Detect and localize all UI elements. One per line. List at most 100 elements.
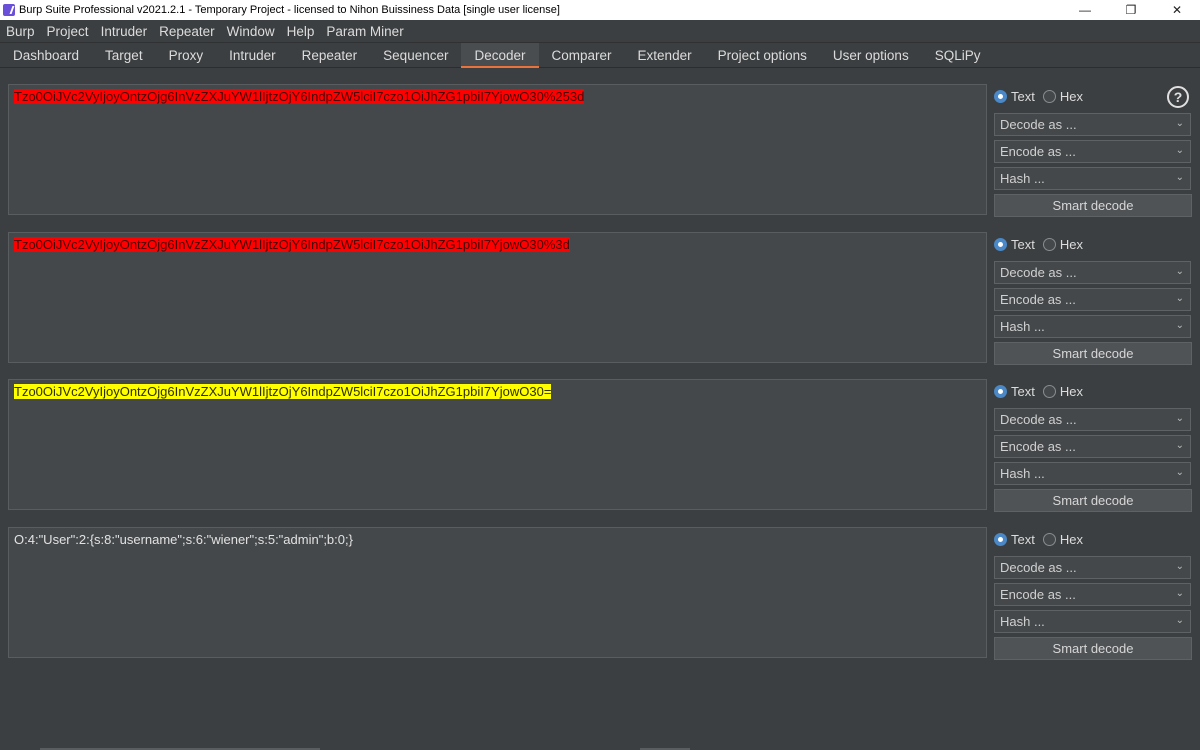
decode-as-select[interactable]: Decode as ... ⌄ [994,408,1191,431]
chevron-down-icon: ⌄ [1175,440,1184,451]
encode-as-label: Encode as ... [1000,587,1076,602]
decoder-text: Tzo0OiJVc2VyIjoyOntzOjg6InVzZXJuYW1lIjtz… [14,237,570,252]
chevron-down-icon: ⌄ [1175,266,1184,277]
tab-intruder[interactable]: Intruder [216,43,289,67]
hex-radio[interactable] [1042,90,1056,103]
decoder-controls: Text Hex Decode as ... ⌄ Encode as ... ⌄ H… [994,527,1192,660]
hash-label: Hash ... [1000,171,1045,186]
hex-radio[interactable] [1042,385,1056,398]
decode-as-label: Decode as ... [1000,117,1077,132]
decoder-text-area[interactable]: Tzo0OiJVc2VyIjoyOntzOjg6InVzZXJuYW1lIjtz… [8,84,987,215]
chevron-down-icon: ⌄ [1175,413,1184,424]
decoder-text: Tzo0OiJVc2VyIjoyOntzOjg6InVzZXJuYW1lIjtz… [14,384,552,399]
menu-intruder[interactable]: Intruder [95,24,154,39]
window-controls: — ❐ ✕ [1062,0,1200,20]
title-bar: Burp Suite Professional v2021.2.1 - Temp… [0,0,1200,20]
chevron-down-icon: ⌄ [1175,467,1184,478]
tab-target[interactable]: Target [92,43,156,67]
hash-label: Hash ... [1000,319,1045,334]
tab-proxy[interactable]: Proxy [156,43,217,67]
hash-select[interactable]: Hash ... ⌄ [994,462,1191,485]
chevron-down-icon: ⌄ [1175,293,1184,304]
decoder-controls: Text Hex Decode as ... ⌄ Encode as ... ⌄ H… [994,379,1192,512]
decoder-text-area[interactable]: O:4:"User":2:{s:8:"username";s:6:"wiener… [8,527,987,658]
menu-help[interactable]: Help [281,24,321,39]
hash-label: Hash ... [1000,614,1045,629]
tab-user-options[interactable]: User options [820,43,922,67]
menu-project[interactable]: Project [41,24,95,39]
decoder-pane: Tzo0OiJVc2VyIjoyOntzOjg6InVzZXJuYW1lIjtz… [0,379,1200,512]
decode-as-select[interactable]: Decode as ... ⌄ [994,261,1191,284]
burp-logo-icon [3,4,15,16]
chevron-down-icon: ⌄ [1175,588,1184,599]
text-radio[interactable] [994,533,1007,546]
tab-comparer[interactable]: Comparer [539,43,625,67]
decode-as-label: Decode as ... [1000,560,1077,575]
restore-icon[interactable]: ❐ [1108,0,1154,20]
chevron-down-icon: ⌄ [1175,615,1184,626]
menu-window[interactable]: Window [221,24,281,39]
encode-as-select[interactable]: Encode as ... ⌄ [994,140,1191,163]
help-icon[interactable]: ? [1166,85,1189,108]
tab-sequencer[interactable]: Sequencer [370,43,461,67]
decoder-pane: Tzo0OiJVc2VyIjoyOntzOjg6InVzZXJuYW1lIjtz… [0,232,1200,365]
window-title: Burp Suite Professional v2021.2.1 - Temp… [19,4,560,16]
tab-dashboard[interactable]: Dashboard [0,43,92,67]
menu-param-miner[interactable]: Param Miner [320,24,409,39]
tab-extender[interactable]: Extender [625,43,705,67]
hex-radio-label[interactable]: Hex [1060,384,1083,399]
encode-as-label: Encode as ... [1000,144,1076,159]
decode-as-label: Decode as ... [1000,412,1077,427]
text-radio-label[interactable]: Text [1011,384,1035,399]
minimize-icon[interactable]: — [1062,0,1108,20]
hex-radio-label[interactable]: Hex [1060,89,1083,104]
encode-as-label: Encode as ... [1000,439,1076,454]
decode-as-label: Decode as ... [1000,265,1077,280]
chevron-down-icon: ⌄ [1175,561,1184,572]
close-icon[interactable]: ✕ [1154,0,1200,20]
encode-as-select[interactable]: Encode as ... ⌄ [994,583,1191,606]
smart-decode-button[interactable]: Smart decode [994,342,1192,365]
text-radio[interactable] [994,385,1007,398]
decoder-text: Tzo0OiJVc2VyIjoyOntzOjg6InVzZXJuYW1lIjtz… [14,89,585,104]
tab-repeater[interactable]: Repeater [289,43,371,67]
hex-radio[interactable] [1042,238,1056,251]
hash-select[interactable]: Hash ... ⌄ [994,315,1191,338]
smart-decode-button[interactable]: Smart decode [994,637,1192,660]
menu-burp[interactable]: Burp [0,24,41,39]
text-radio-label[interactable]: Text [1011,89,1035,104]
smart-decode-button[interactable]: Smart decode [994,194,1192,217]
decoder-text: O:4:"User":2:{s:8:"username";s:6:"wiener… [14,532,353,547]
tab-decoder[interactable]: Decoder [461,43,539,68]
tool-tabs: Dashboard Target Proxy Intruder Repeater… [0,43,1200,68]
decoder-controls: Text Hex Decode as ... ⌄ Encode as ... ⌄ H… [994,232,1192,365]
decoder-text-area[interactable]: Tzo0OiJVc2VyIjoyOntzOjg6InVzZXJuYW1lIjtz… [8,379,987,510]
menu-bar: Burp Project Intruder Repeater Window He… [0,20,1200,43]
decoder-text-area[interactable]: Tzo0OiJVc2VyIjoyOntzOjg6InVzZXJuYW1lIjtz… [8,232,987,363]
decoder-pane: O:4:"User":2:{s:8:"username";s:6:"wiener… [0,527,1200,660]
encode-as-select[interactable]: Encode as ... ⌄ [994,288,1191,311]
smart-decode-button[interactable]: Smart decode [994,489,1192,512]
hash-select[interactable]: Hash ... ⌄ [994,167,1191,190]
chevron-down-icon: ⌄ [1175,118,1184,129]
text-radio-label[interactable]: Text [1011,237,1035,252]
text-radio[interactable] [994,238,1007,251]
hex-radio-label[interactable]: Hex [1060,532,1083,547]
hex-radio[interactable] [1042,533,1056,546]
encode-as-select[interactable]: Encode as ... ⌄ [994,435,1191,458]
hash-select[interactable]: Hash ... ⌄ [994,610,1191,633]
tab-project-options[interactable]: Project options [705,43,820,67]
decode-as-select[interactable]: Decode as ... ⌄ [994,556,1191,579]
chevron-down-icon: ⌄ [1175,172,1184,183]
decoder-pane: Tzo0OiJVc2VyIjoyOntzOjg6InVzZXJuYW1lIjtz… [0,84,1200,217]
decode-as-select[interactable]: Decode as ... ⌄ [994,113,1191,136]
tab-sqlipy[interactable]: SQLiPy [922,43,994,67]
text-radio-label[interactable]: Text [1011,532,1035,547]
decoder-panel: Tzo0OiJVc2VyIjoyOntzOjg6InVzZXJuYW1lIjtz… [0,69,1200,750]
text-radio[interactable] [994,90,1007,103]
chevron-down-icon: ⌄ [1175,145,1184,156]
hex-radio-label[interactable]: Hex [1060,237,1083,252]
encode-as-label: Encode as ... [1000,292,1076,307]
decoder-controls: Text Hex ? Decode as ... ⌄ Encode as ... ⌄… [994,84,1192,217]
menu-repeater[interactable]: Repeater [153,24,221,39]
